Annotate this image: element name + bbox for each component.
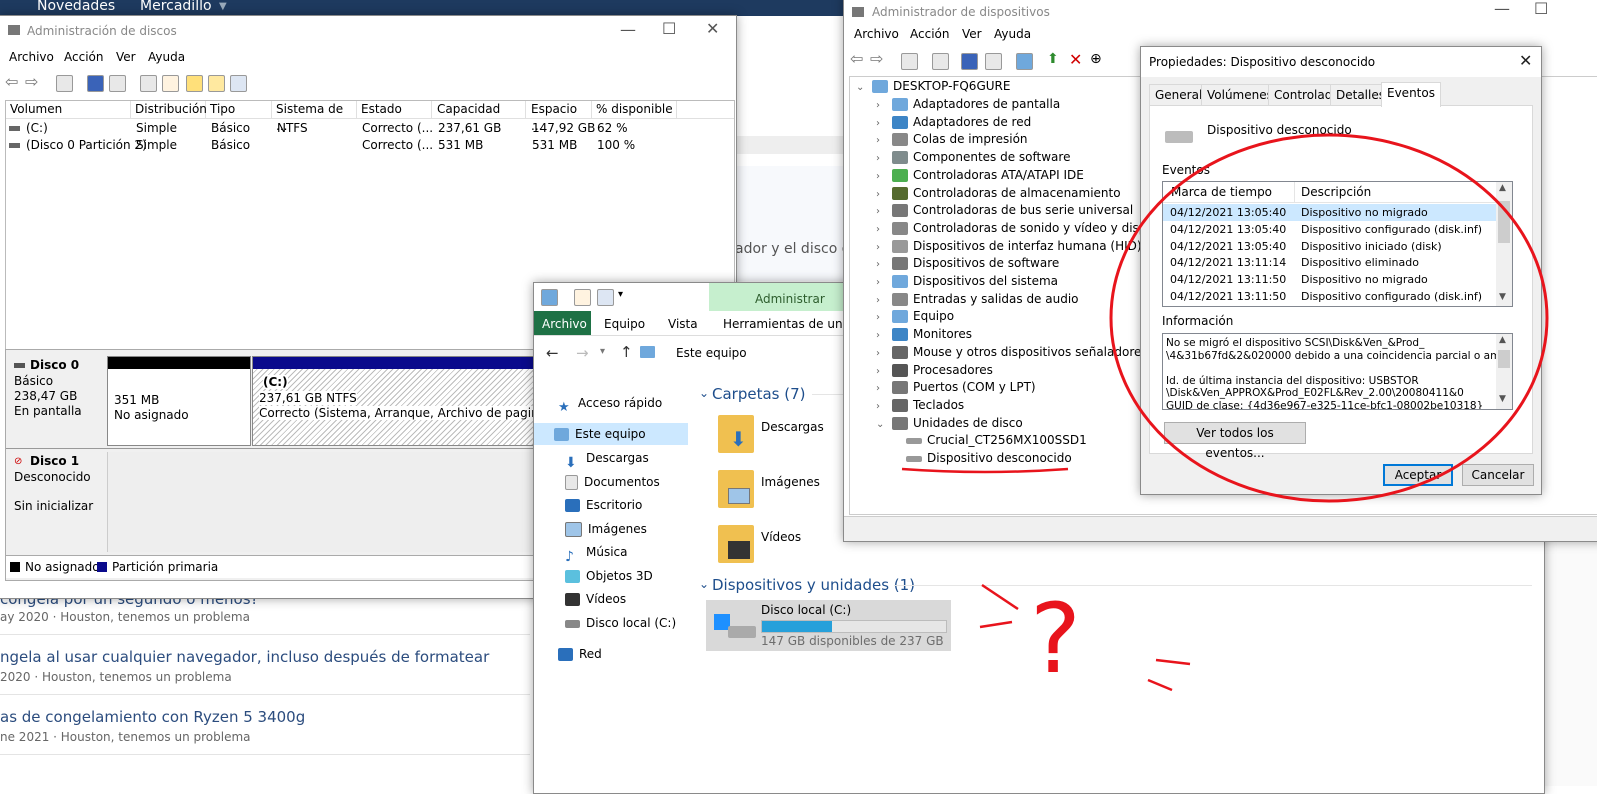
red-dash-annotation: [981, 583, 1019, 611]
red-circle-annotation: [1109, 133, 1549, 503]
red-question-mark: ?: [1030, 583, 1081, 695]
tab-eventos[interactable]: Eventos: [1381, 82, 1441, 107]
red-dash-annotation: [1155, 658, 1191, 666]
red-dash-annotation: [1147, 678, 1173, 692]
red-underline-annotation: [901, 467, 1069, 474]
red-annotation-overlay: ?: [901, 133, 1549, 695]
red-dash-annotation: [979, 620, 1013, 629]
